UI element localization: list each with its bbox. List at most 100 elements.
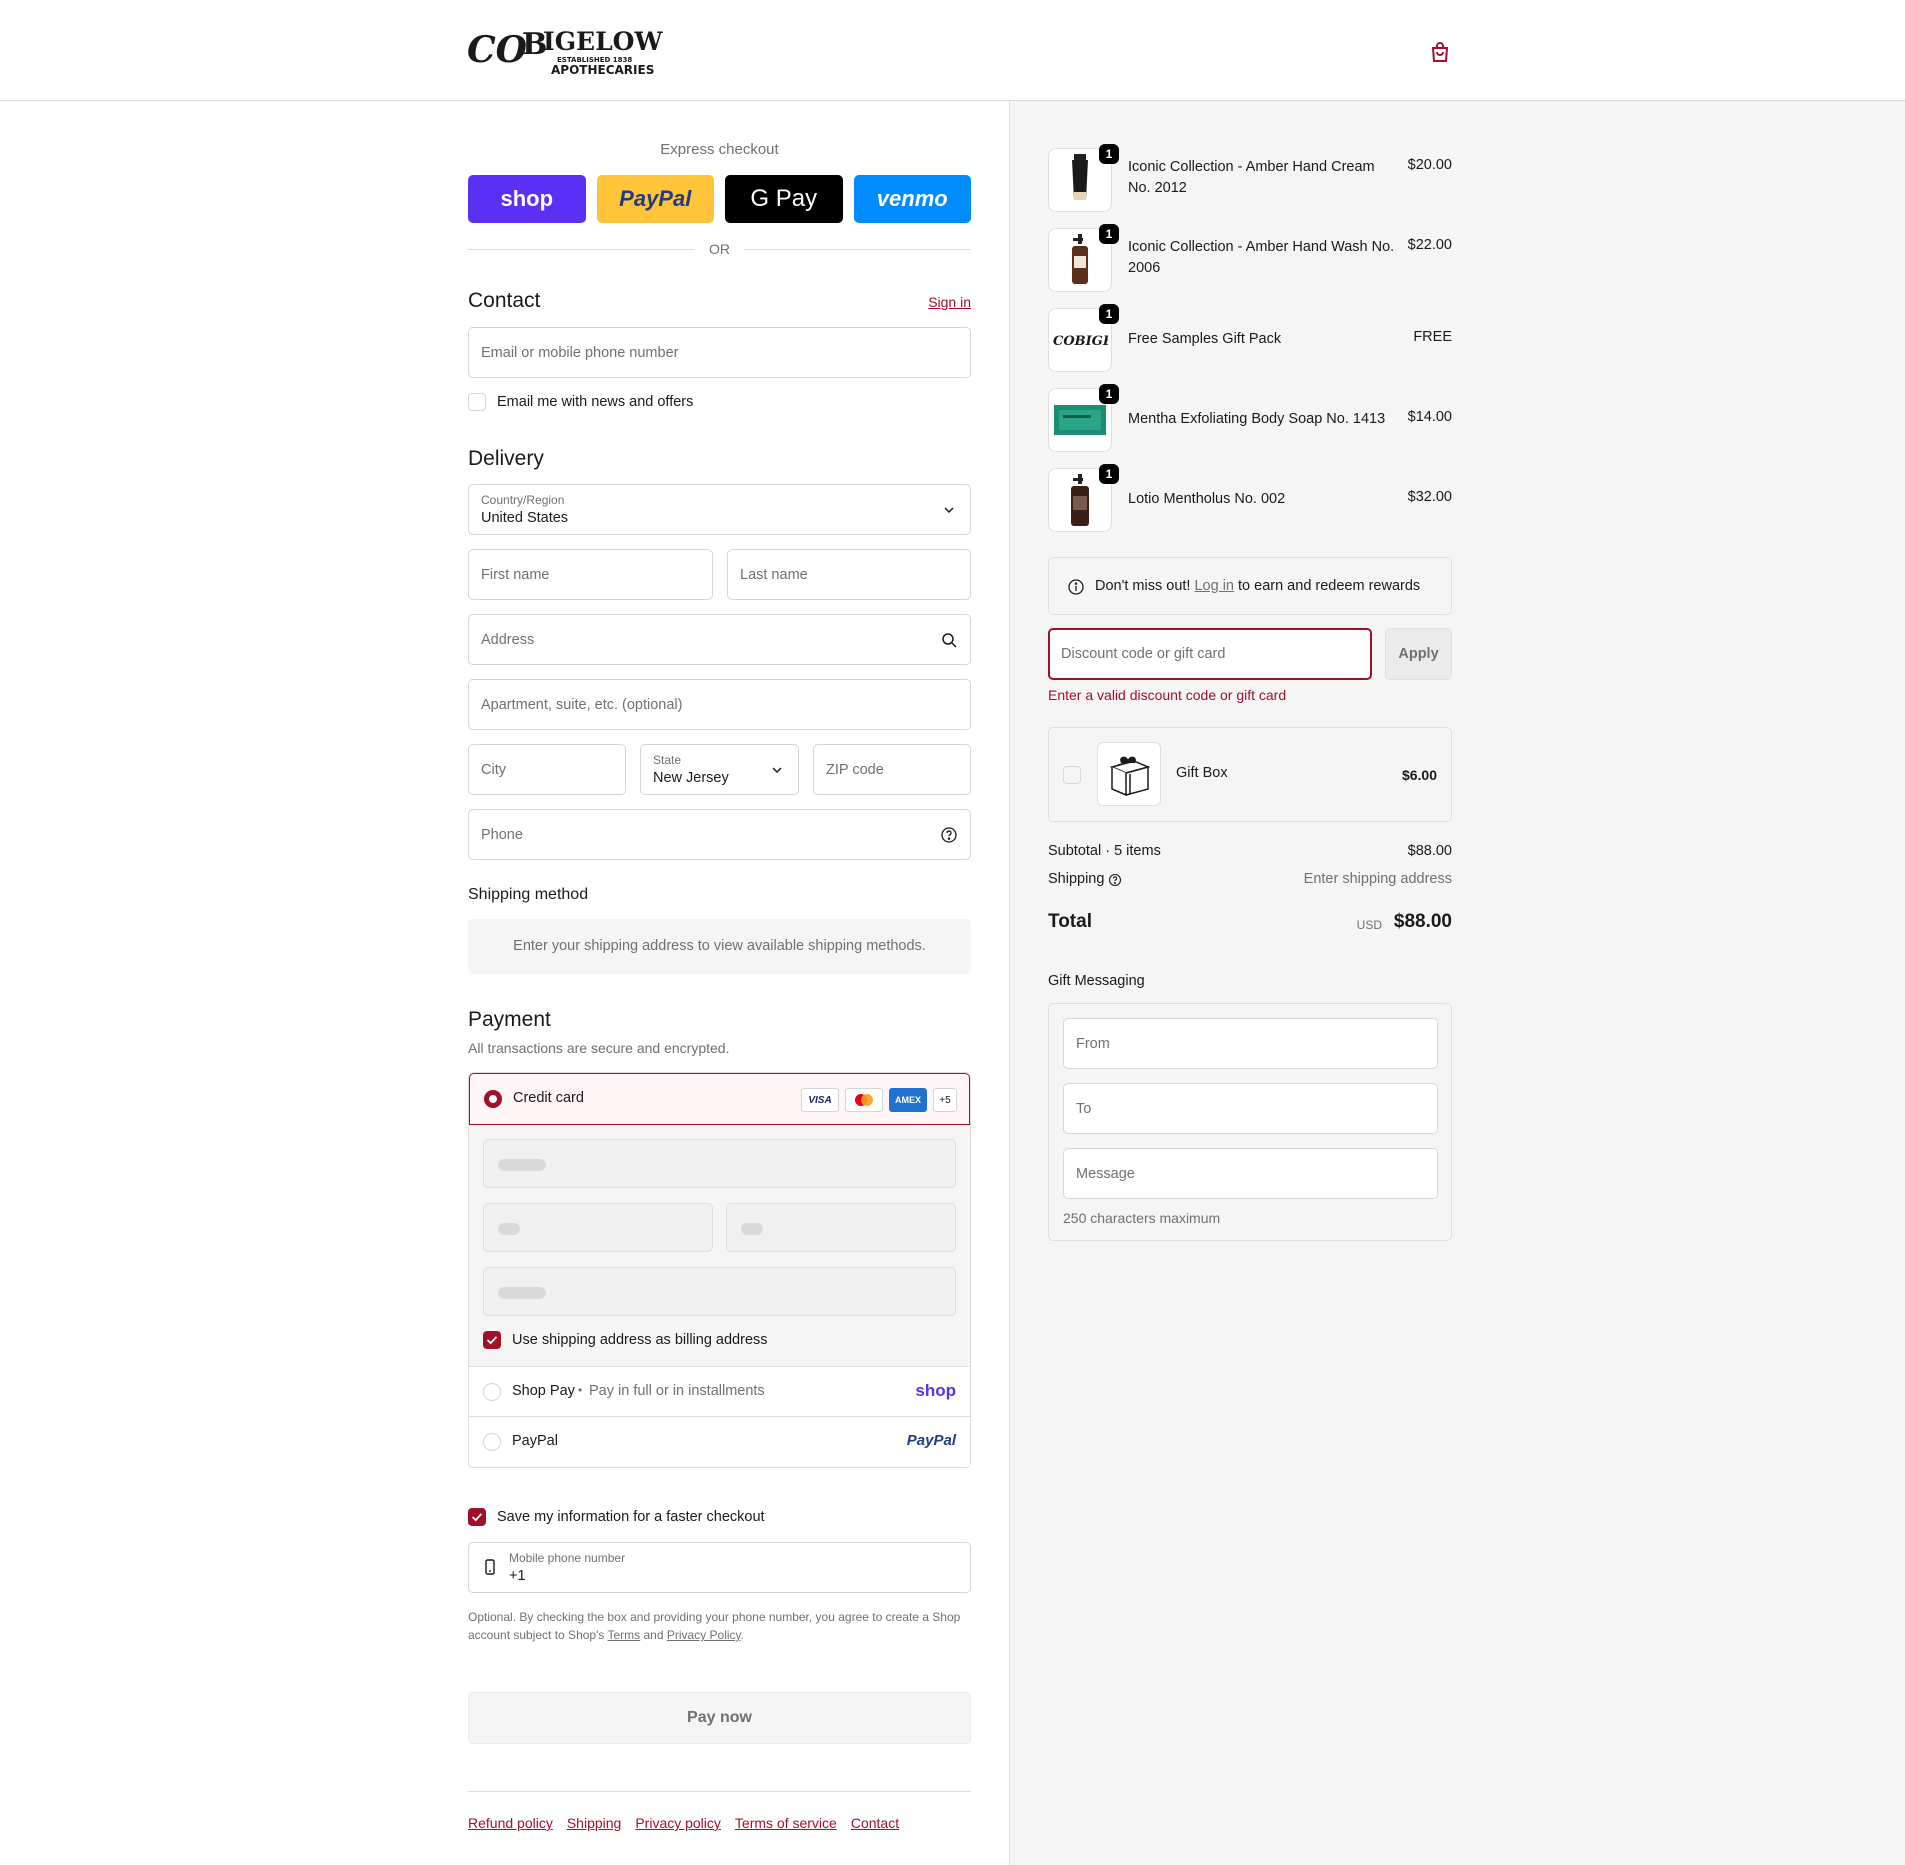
quantity-badge: 1 <box>1099 464 1119 484</box>
item-price: $14.00 <box>1407 409 1452 425</box>
city-field[interactable]: City <box>468 744 626 795</box>
paypal-button[interactable]: PayPal <box>596 175 714 223</box>
gift-messaging-box: From To Message 250 characters maximum <box>1048 1003 1452 1241</box>
gift-box-price: $6.00 <box>1401 767 1437 783</box>
city-placeholder: City <box>481 762 506 778</box>
address-field[interactable]: Address <box>468 614 971 665</box>
footer-links: Refund policy Shipping Privacy policy Te… <box>468 1815 899 1831</box>
cart-item: COBIGELOW 1 Free Samples Gift Pack FREE <box>1048 304 1452 372</box>
payment-methods: Credit card VISA AMEX +5 Use shipping ad… <box>468 1072 971 1468</box>
cart-item: 1 Iconic Collection - Amber Hand Wash No… <box>1048 224 1452 292</box>
total-value: $88.00 <box>1393 911 1452 932</box>
info-icon <box>1067 578 1085 601</box>
item-price: $32.00 <box>1407 489 1452 505</box>
log-in-link[interactable]: Log in <box>1194 578 1234 594</box>
cart-item: 1 Iconic Collection - Amber Hand Cream N… <box>1048 144 1452 212</box>
total-label: Total <box>1048 911 1092 932</box>
zip-placeholder: ZIP code <box>826 762 884 778</box>
first-name-field[interactable]: First name <box>468 549 713 600</box>
more-cards-badge: +5 <box>933 1088 957 1112</box>
sign-in-link[interactable]: Sign in <box>928 294 971 310</box>
email-placeholder: Email or mobile phone number <box>481 345 679 361</box>
billing-checkbox[interactable] <box>483 1331 501 1349</box>
svg-text:APOTHECARIES: APOTHECARIES <box>551 63 654 77</box>
apartment-field[interactable]: Apartment, suite, etc. (optional) <box>468 679 971 730</box>
news-checkbox[interactable] <box>468 393 486 411</box>
total-row: Total USD $88.00 <box>1048 911 1452 937</box>
pay-now-button[interactable]: Pay now <box>468 1692 971 1744</box>
product-image: COBIGELOW 1 <box>1048 304 1119 372</box>
product-image: 1 <box>1048 224 1119 292</box>
gift-to-field[interactable]: To <box>1063 1083 1438 1134</box>
terms-of-service-link[interactable]: Terms of service <box>735 1815 837 1831</box>
apply-button[interactable]: Apply <box>1385 628 1452 680</box>
gift-from-field[interactable]: From <box>1063 1018 1438 1069</box>
save-info-label: Save my information for a faster checkou… <box>497 1509 765 1525</box>
payment-subtitle: All transactions are secure and encrypte… <box>468 1040 730 1056</box>
privacy-link[interactable]: Privacy Policy <box>667 1628 741 1642</box>
gift-message-field[interactable]: Message <box>1063 1148 1438 1199</box>
save-info-checkbox[interactable] <box>468 1508 486 1526</box>
name-on-card-field[interactable] <box>483 1267 956 1316</box>
item-name: Free Samples Gift Pack <box>1128 331 1282 347</box>
shop-pay-button[interactable]: shop <box>468 175 586 223</box>
discount-input[interactable]: Discount code or gift card <box>1048 628 1372 680</box>
shipping-method-heading: Shipping method <box>468 886 589 903</box>
shop-pay-option[interactable]: Shop Pay • Pay in full or in installment… <box>469 1367 970 1417</box>
card-fields: Use shipping address as billing address <box>469 1125 970 1367</box>
bag-icon[interactable] <box>1428 40 1452 64</box>
header: CO B IGELOW ESTABLISHED 1838 APOTHECARIE… <box>0 0 1905 101</box>
privacy-policy-link[interactable]: Privacy policy <box>635 1815 721 1831</box>
billing-label: Use shipping address as billing address <box>512 1332 768 1348</box>
country-label: Country/Region <box>481 493 565 507</box>
quantity-badge: 1 <box>1099 384 1119 404</box>
shop-pay-radio[interactable] <box>483 1383 501 1401</box>
paypal-option[interactable]: PayPal PayPal <box>469 1417 970 1467</box>
gift-messaging-heading: Gift Messaging <box>1048 973 1145 989</box>
expiry-field[interactable] <box>483 1203 713 1252</box>
paypal-radio[interactable] <box>483 1433 501 1451</box>
cart-item: 1 Mentha Exfoliating Body Soap No. 1413 … <box>1048 384 1452 452</box>
address-placeholder: Address <box>481 632 535 648</box>
currency-code: USD <box>1356 918 1382 932</box>
country-select[interactable]: Country/Region United States <box>468 484 971 535</box>
gift-box-checkbox[interactable] <box>1063 766 1081 784</box>
refund-policy-link[interactable]: Refund policy <box>468 1815 553 1831</box>
footer-divider <box>468 1791 971 1792</box>
shipping-note: Enter your shipping address to view avai… <box>468 919 971 974</box>
help-icon[interactable] <box>1108 873 1122 891</box>
email-field[interactable]: Email or mobile phone number <box>468 327 971 378</box>
apartment-placeholder: Apartment, suite, etc. (optional) <box>481 697 683 713</box>
credit-card-option[interactable]: Credit card VISA AMEX +5 <box>469 1073 970 1125</box>
gift-box-name: Gift Box <box>1176 765 1228 781</box>
credit-card-label: Credit card <box>513 1090 584 1106</box>
google-pay-button[interactable]: G Pay <box>725 175 843 223</box>
item-price: FREE <box>1413 329 1452 345</box>
cart-item: 1 Lotio Mentholus No. 002 $32.00 <box>1048 464 1452 532</box>
credit-card-radio[interactable] <box>484 1090 502 1108</box>
payment-heading: Payment <box>468 1008 551 1031</box>
shipping-link[interactable]: Shipping <box>567 1815 622 1831</box>
terms-link[interactable]: Terms <box>608 1628 641 1642</box>
product-image: 1 <box>1048 144 1119 212</box>
shop-pay-label: Shop Pay <box>512 1383 575 1399</box>
phone-field[interactable]: Phone <box>468 809 971 860</box>
state-select[interactable]: State New Jersey <box>640 744 799 795</box>
mobile-phone-field[interactable]: Mobile phone number +1 <box>468 1542 971 1593</box>
last-name-field[interactable]: Last name <box>727 549 971 600</box>
subtotal-value: $88.00 <box>1407 843 1452 859</box>
express-checkout-title: Express checkout <box>660 141 779 158</box>
security-code-field[interactable] <box>726 1203 956 1252</box>
help-icon[interactable] <box>940 826 958 844</box>
brand-logo[interactable]: CO B IGELOW ESTABLISHED 1838 APOTHECARIE… <box>467 20 667 82</box>
gift-box-image <box>1097 742 1161 806</box>
mastercard-icon <box>845 1088 883 1112</box>
venmo-button[interactable]: venmo <box>853 175 971 223</box>
item-price: $22.00 <box>1407 237 1452 253</box>
contact-heading: Contact <box>468 289 541 312</box>
zip-field[interactable]: ZIP code <box>813 744 971 795</box>
card-number-field[interactable] <box>483 1139 956 1188</box>
contact-link[interactable]: Contact <box>851 1815 899 1831</box>
paypal-label: PayPal <box>512 1433 558 1449</box>
first-name-placeholder: First name <box>481 567 550 583</box>
